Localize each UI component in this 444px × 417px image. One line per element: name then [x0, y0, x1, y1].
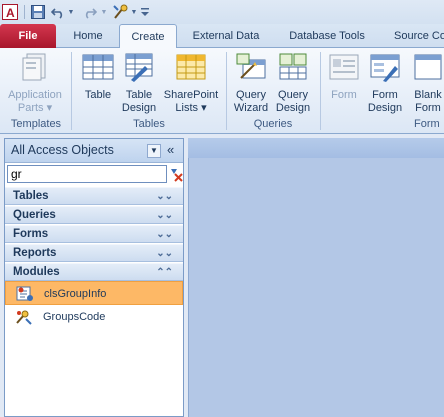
query-design-label-1: Query [278, 89, 308, 101]
tab-source-control[interactable]: Source Co [386, 24, 444, 48]
tab-file[interactable]: File [0, 24, 56, 48]
collapse-icon: ⌃⌃ [156, 267, 173, 278]
table-design-button[interactable]: Table Design [118, 52, 160, 115]
tab-database-tools[interactable]: Database Tools [280, 24, 374, 48]
table-label: Table [84, 89, 112, 101]
ribbon-tabs: File Home Create External Data Database … [0, 24, 444, 49]
application-parts-label-2: Parts ▾ [17, 102, 53, 114]
redo-dropdown-icon[interactable]: ▼ [100, 3, 108, 21]
table-design-label-1: Table [125, 89, 153, 101]
form-icon [329, 54, 359, 80]
application-parts-icon [22, 53, 46, 81]
category-forms[interactable]: Forms ⌄⌄ [5, 225, 183, 243]
save-icon[interactable] [30, 3, 46, 21]
navigation-pane: All Access Objects ▼ « gr Tables ⌄⌄ Queri… [4, 138, 184, 417]
group-label-tables: Tables [133, 118, 165, 130]
expand-icon: ⌄⌄ [156, 229, 173, 240]
query-design-button[interactable]: Query Design [272, 52, 314, 115]
separator [22, 3, 26, 21]
collapse-pane-icon[interactable]: « [167, 142, 174, 157]
search-input[interactable]: gr [7, 165, 167, 183]
tab-create[interactable]: Create [119, 24, 177, 49]
class-module-icon [16, 286, 33, 301]
blank-form-button[interactable]: Blank Form [408, 52, 444, 115]
list-item-label: clsGroupInfo [44, 288, 107, 300]
tab-external-data[interactable]: External Data [184, 24, 268, 48]
undo-icon[interactable] [50, 3, 66, 21]
query-wizard-label-2: Wizard [233, 102, 269, 114]
category-label: Reports [13, 247, 57, 259]
group-label-templates: Templates [10, 118, 62, 130]
category-label: Forms [13, 228, 49, 240]
blank-form-icon [414, 54, 442, 80]
undo-dropdown-icon[interactable]: ▼ [67, 3, 75, 21]
sharepoint-lists-label-2: Lists ▾ [175, 102, 207, 114]
form-design-icon [370, 54, 400, 82]
group-label-forms: Form [414, 118, 440, 130]
category-reports[interactable]: Reports ⌄⌄ [5, 244, 183, 262]
quick-access-toolbar: A ▼ ▼ ▼ [0, 0, 444, 24]
form-label: Form [331, 89, 357, 101]
sharepoint-lists-label-1: SharePoint [163, 89, 219, 101]
list-item-label: GroupsCode [43, 311, 106, 323]
macro-dropdown-icon[interactable]: ▼ [130, 3, 138, 21]
form-design-button[interactable]: Form Design [364, 52, 406, 115]
category-queries[interactable]: Queries ⌄⌄ [5, 206, 183, 224]
form-design-label-2: Design [367, 102, 403, 114]
sharepoint-lists-button[interactable]: SharePoint Lists ▾ [160, 52, 222, 115]
category-tables[interactable]: Tables ⌄⌄ [5, 187, 183, 205]
customize-toolbar-icon[interactable] [140, 3, 150, 21]
category-label: Tables [13, 190, 49, 202]
query-wizard-icon [236, 53, 266, 79]
redo-icon[interactable] [82, 3, 98, 21]
category-label: Modules [13, 266, 60, 278]
clear-search-icon[interactable] [169, 166, 183, 182]
expand-icon: ⌄⌄ [156, 191, 173, 202]
form-button[interactable]: Form [324, 52, 364, 102]
list-item-clsgroupinfo[interactable]: clsGroupInfo [5, 281, 183, 305]
category-modules[interactable]: Modules ⌃⌃ [5, 263, 183, 281]
workspace-tab-strip [188, 138, 444, 158]
application-parts-button[interactable]: Application Parts ▾ [4, 52, 66, 115]
list-item-groupscode[interactable]: GroupsCode [5, 305, 183, 329]
ribbon: Application Parts ▾ Templates Table Tabl… [0, 48, 444, 134]
module-icon [16, 310, 32, 325]
svg-text:A: A [6, 6, 15, 20]
navigation-pane-header[interactable]: All Access Objects ▼ « [5, 139, 183, 163]
table-design-label-2: Design [121, 102, 157, 114]
chevron-down-icon[interactable]: ▼ [147, 144, 161, 158]
table-icon [82, 54, 114, 80]
group-label-queries: Queries [253, 118, 293, 130]
query-design-label-2: Design [275, 102, 311, 114]
blank-form-label-1: Blank [414, 89, 442, 101]
tab-home[interactable]: Home [64, 24, 112, 48]
query-design-icon [279, 53, 307, 80]
table-design-icon [125, 53, 153, 82]
form-design-label-1: Form [372, 89, 398, 101]
sharepoint-lists-icon [176, 54, 206, 80]
query-wizard-label-1: Query [236, 89, 266, 101]
document-workspace [188, 138, 444, 417]
navigation-pane-title: All Access Objects [11, 143, 114, 157]
group-separator [320, 52, 321, 130]
access-app-icon[interactable]: A [2, 3, 18, 21]
expand-icon: ⌄⌄ [156, 210, 173, 221]
blank-form-label-2: Form [415, 102, 441, 114]
expand-icon: ⌄⌄ [156, 248, 173, 259]
table-button[interactable]: Table [78, 52, 118, 102]
category-label: Queries [13, 209, 56, 221]
run-macro-icon[interactable] [112, 3, 130, 21]
query-wizard-button[interactable]: Query Wizard [230, 52, 272, 115]
application-parts-label-1: Application [8, 89, 62, 101]
